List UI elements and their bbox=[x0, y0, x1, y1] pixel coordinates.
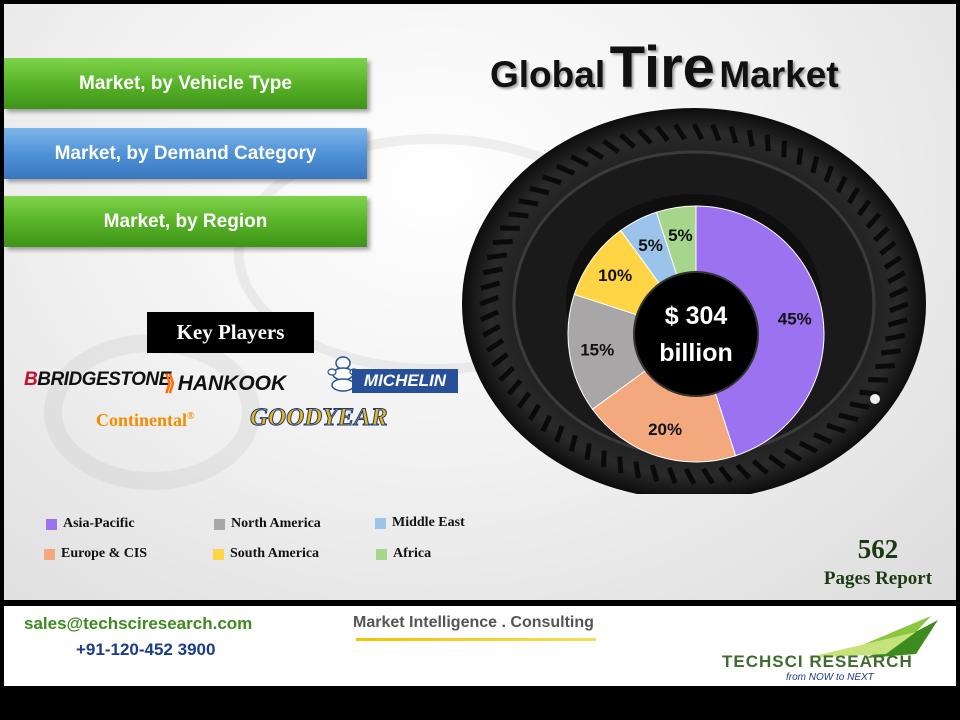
demand-category-label: Market, by Demand Category bbox=[54, 142, 317, 164]
legend-item: Asia-Pacific bbox=[46, 516, 135, 532]
legend-swatch bbox=[214, 518, 225, 530]
continental-text: Continental bbox=[96, 410, 188, 430]
region-label: Market, by Region bbox=[103, 210, 268, 232]
continental-logo: Continental® bbox=[96, 410, 195, 431]
slice-label: 45% bbox=[778, 309, 812, 328]
legend-item: North America bbox=[214, 516, 321, 532]
slice-label: 5% bbox=[638, 236, 663, 255]
goodyear-logo: GOODYEAR bbox=[250, 404, 389, 432]
vehicle-type-label: Market, by Vehicle Type bbox=[79, 72, 292, 94]
pages-label: Pages Report bbox=[823, 568, 933, 589]
vehicle-type-button[interactable]: Market, by Vehicle Type bbox=[4, 58, 367, 109]
legend-item: South America bbox=[213, 546, 319, 562]
slide-canvas: Market, by Vehicle Type Market, by Deman… bbox=[0, 0, 960, 720]
legend-swatch bbox=[213, 548, 224, 560]
tread-mark bbox=[781, 140, 787, 158]
center-value: $ 304 bbox=[665, 302, 728, 330]
tread-mark bbox=[859, 389, 880, 397]
legend-item: Africa bbox=[376, 546, 431, 562]
legend-label: South America bbox=[230, 546, 320, 561]
techsci-logo: TECHSCI RESEARCH from NOW to NEXT bbox=[716, 614, 946, 683]
techsci-brand-tagline: from NOW to NEXT bbox=[786, 672, 874, 683]
tread-mark bbox=[508, 211, 529, 219]
region-button[interactable]: Market, by Region bbox=[4, 196, 367, 247]
tread-mark bbox=[584, 443, 592, 461]
legend-swatch bbox=[376, 548, 387, 560]
slide-content: Market, by Vehicle Type Market, by Deman… bbox=[4, 4, 956, 600]
title-global: Global bbox=[490, 54, 606, 95]
slice-label: 15% bbox=[580, 341, 614, 360]
bridgestone-logo: BBRIDGESTONE bbox=[24, 369, 171, 390]
tread-mark bbox=[875, 363, 896, 370]
contact-email[interactable]: sales@techsciresearch.com bbox=[24, 614, 252, 634]
tread-mark bbox=[518, 198, 539, 207]
legend-label: Europe & CIS bbox=[61, 546, 148, 561]
tagline-underline bbox=[356, 638, 596, 641]
tread-mark bbox=[746, 129, 755, 147]
legend-label: North America bbox=[231, 516, 321, 531]
title-market: Market bbox=[719, 54, 839, 95]
footer: sales@techsciresearch.com +91-120-452 39… bbox=[4, 606, 956, 686]
tread-mark bbox=[617, 456, 624, 474]
legend-swatch bbox=[46, 518, 57, 530]
continental-registered-mark: ® bbox=[187, 411, 195, 422]
page-title: Global Tire Market bbox=[490, 34, 839, 101]
key-players-heading: Key Players bbox=[147, 312, 314, 353]
tread-mark bbox=[486, 252, 508, 260]
legend-swatch bbox=[375, 517, 386, 529]
pages-report-badge: 562 Pages Report bbox=[814, 534, 942, 590]
legend-label: Africa bbox=[393, 546, 432, 561]
footer-tagline: Market Intelligence . Consulting bbox=[353, 614, 594, 631]
tread-mark bbox=[796, 147, 804, 165]
slice-label: 5% bbox=[668, 226, 693, 245]
tire-donut-chart: 45% 20% 15% 10% 5% 5% $ 304 billion bbox=[462, 108, 926, 494]
slice-label: 10% bbox=[598, 266, 632, 285]
demand-category-button[interactable]: Market, by Demand Category bbox=[4, 128, 367, 179]
tread-mark bbox=[492, 238, 513, 245]
contact-phone[interactable]: +91-120-452 3900 bbox=[76, 640, 215, 660]
legend-item: Middle East bbox=[375, 515, 465, 531]
donut-center bbox=[633, 271, 759, 397]
title-tire: Tire bbox=[609, 35, 715, 100]
hankook-text: HANKOOK bbox=[177, 372, 287, 395]
legend-label: Middle East bbox=[392, 515, 465, 530]
tread-mark bbox=[764, 134, 771, 152]
legend-swatch bbox=[44, 548, 55, 560]
bridgestone-text: BRIDGESTONE bbox=[37, 369, 171, 390]
techsci-brand-name: TECHSCI RESEARCH bbox=[722, 652, 913, 671]
legend-label: Asia-Pacific bbox=[63, 516, 135, 531]
tread-mark bbox=[880, 348, 902, 356]
tire-valve bbox=[870, 394, 880, 404]
michelin-logo: MICHELIN bbox=[326, 356, 458, 396]
michelin-text: MICHELIN bbox=[352, 369, 458, 393]
tread-mark bbox=[849, 401, 870, 410]
center-unit: billion bbox=[659, 339, 733, 367]
tread-mark bbox=[601, 450, 607, 468]
slice-label: 20% bbox=[648, 420, 682, 439]
pages-count: 562 bbox=[857, 534, 899, 564]
legend-item: Europe & CIS bbox=[44, 546, 147, 562]
tread-mark bbox=[633, 461, 642, 479]
hankook-logo: ⟫HANKOOK bbox=[164, 372, 287, 395]
